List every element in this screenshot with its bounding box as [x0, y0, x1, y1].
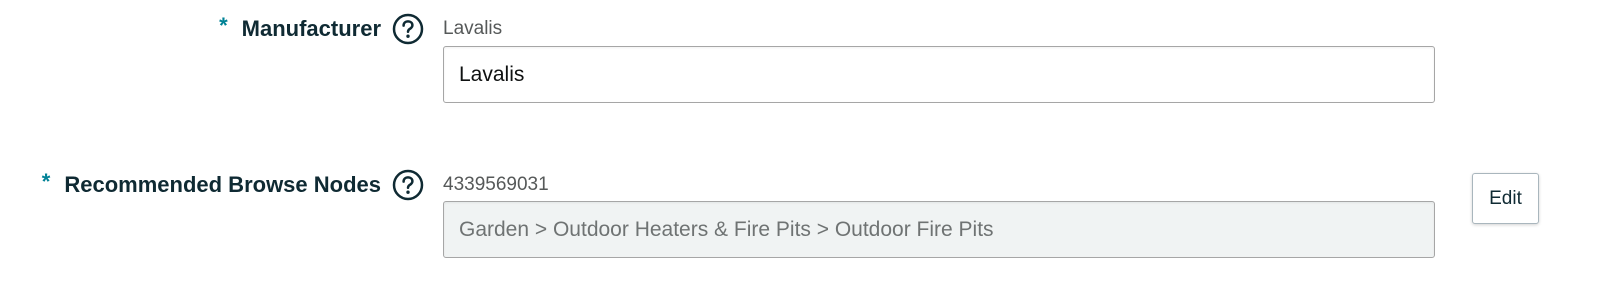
manufacturer-field[interactable]: [443, 46, 1435, 103]
browse-nodes-path: Garden > Outdoor Heaters & Fire Pits > O…: [459, 217, 994, 241]
edit-button[interactable]: Edit: [1472, 173, 1539, 224]
required-asterisk: *: [41, 169, 51, 194]
browse-nodes-label-group: * Recommended Browse Nodes: [42, 169, 424, 201]
browse-nodes-hint: 4339569031: [443, 174, 549, 195]
question-circle-icon[interactable]: [392, 13, 424, 45]
manufacturer-label: Manufacturer: [241, 16, 381, 41]
required-asterisk: *: [219, 13, 228, 38]
manufacturer-hint: Lavalis: [443, 18, 503, 39]
browse-nodes-field: Garden > Outdoor Heaters & Fire Pits > O…: [443, 201, 1435, 258]
browse-nodes-label: Recommended Browse Nodes: [64, 172, 381, 197]
manufacturer-input[interactable]: [459, 62, 1434, 87]
manufacturer-label-group: * Manufacturer: [219, 13, 424, 45]
question-circle-icon[interactable]: [392, 169, 424, 201]
